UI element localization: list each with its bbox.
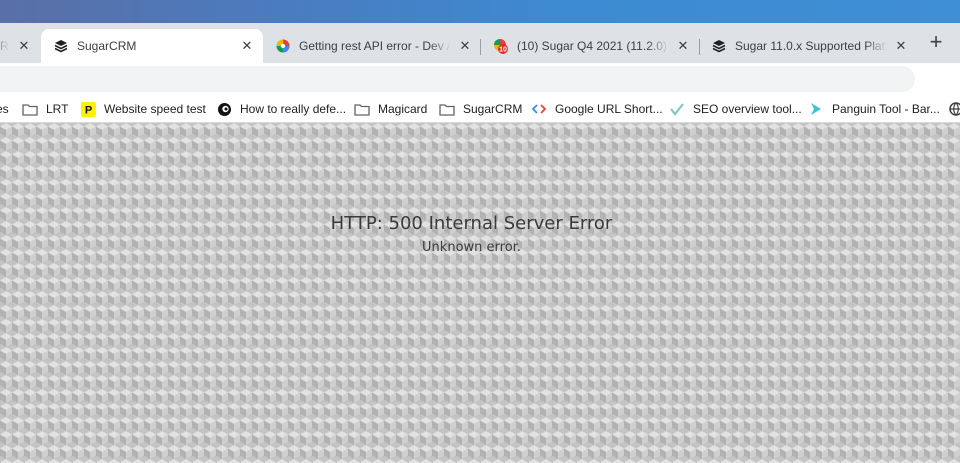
folder-icon [22, 101, 38, 117]
code-brackets-icon [531, 101, 547, 117]
bookmark-folder-magicard[interactable]: Magicard [354, 99, 427, 119]
cube-pattern-background [0, 123, 960, 463]
bookmark-label: SugarCRM [463, 102, 523, 116]
spiral-logo-icon [216, 101, 232, 117]
close-tab-icon[interactable]: ✕ [239, 38, 255, 54]
bookmark-seo-overview-tool[interactable]: SEO overview tool... [669, 99, 802, 119]
bookmark-label: es [0, 102, 9, 116]
bookmark-panguin-tool[interactable]: Panguin Tool - Bar... [808, 99, 940, 119]
tab-title: SugarCRM [77, 39, 233, 53]
close-tab-icon[interactable]: ✕ [675, 38, 691, 54]
tab-title: Getting rest API error - Dev An [299, 39, 451, 53]
folder-icon [354, 101, 370, 117]
sugarcrm-layers-icon [711, 38, 727, 54]
notification-badge-icon: 10 [493, 38, 509, 54]
tab-sugar-11-supported-platforms[interactable]: Sugar 11.0.x Supported Platfor ✕ [699, 29, 917, 63]
bookmarks-bar: es LRT P Website speed test How to reall… [0, 95, 960, 123]
browser-toolbar [0, 63, 960, 95]
close-tab-icon[interactable]: ✕ [16, 38, 32, 54]
badge-count: 10 [499, 47, 507, 54]
bookmark-label: Magicard [378, 102, 428, 116]
panguin-arrow-icon [808, 101, 824, 117]
page-content: HTTP: 500 Internal Server Error Unknown … [0, 123, 960, 463]
bookmark-label: Website speed test [104, 102, 206, 116]
error-title: HTTP: 500 Internal Server Error [330, 213, 613, 234]
bookmark-folder-lrt[interactable]: LRT [22, 99, 68, 119]
bookmark-label: SEO overview tool... [693, 102, 802, 116]
globe-icon [948, 101, 960, 117]
tab-title: Sugar 11.0.x Supported Platfor [735, 39, 887, 53]
checkmark-logo-icon [669, 101, 685, 117]
error-message: Unknown error. [422, 240, 521, 255]
bookmark-how-to-really-defend[interactable]: How to really defe... [216, 99, 346, 119]
bookmark-partial[interactable]: es [0, 99, 9, 119]
bookmark-website-speed-test[interactable]: P Website speed test [80, 99, 206, 119]
new-tab-button[interactable]: + [923, 30, 949, 56]
tab-sugarcrm-partial[interactable]: RM ✕ [0, 29, 40, 63]
bookmark-globe-partial[interactable] [948, 99, 960, 119]
bookmark-label: Google URL Short... [555, 102, 663, 116]
tab-sugar-q4-2021[interactable]: 10 (10) Sugar Q4 2021 (11.2.0) De ✕ [481, 29, 699, 63]
bookmark-folder-sugarcrm[interactable]: SugarCRM [439, 99, 522, 119]
bookmark-google-url-shortener[interactable]: Google URL Short... [531, 99, 663, 119]
close-tab-icon[interactable]: ✕ [457, 38, 473, 54]
sugarcrm-layers-icon [53, 38, 69, 54]
tab-strip: RM ✕ SugarCRM ✕ Getting rest API error -… [0, 23, 960, 63]
folder-icon [439, 101, 455, 117]
pingdom-p-icon: P [80, 101, 96, 117]
tab-title: RM [0, 39, 10, 53]
window-title-bar [0, 0, 960, 23]
bookmark-label: How to really defe... [240, 102, 347, 116]
community-pinwheel-icon [275, 38, 291, 54]
address-bar[interactable] [0, 66, 915, 92]
tab-getting-rest-api-error[interactable]: Getting rest API error - Dev An ✕ [263, 29, 481, 63]
close-tab-icon[interactable]: ✕ [893, 38, 909, 54]
tab-sugarcrm-active[interactable]: SugarCRM ✕ [41, 29, 263, 63]
bookmark-label: Panguin Tool - Bar... [832, 102, 940, 116]
bookmark-label: LRT [46, 102, 69, 116]
svg-text:P: P [84, 104, 91, 116]
tab-title: (10) Sugar Q4 2021 (11.2.0) De [517, 39, 669, 53]
